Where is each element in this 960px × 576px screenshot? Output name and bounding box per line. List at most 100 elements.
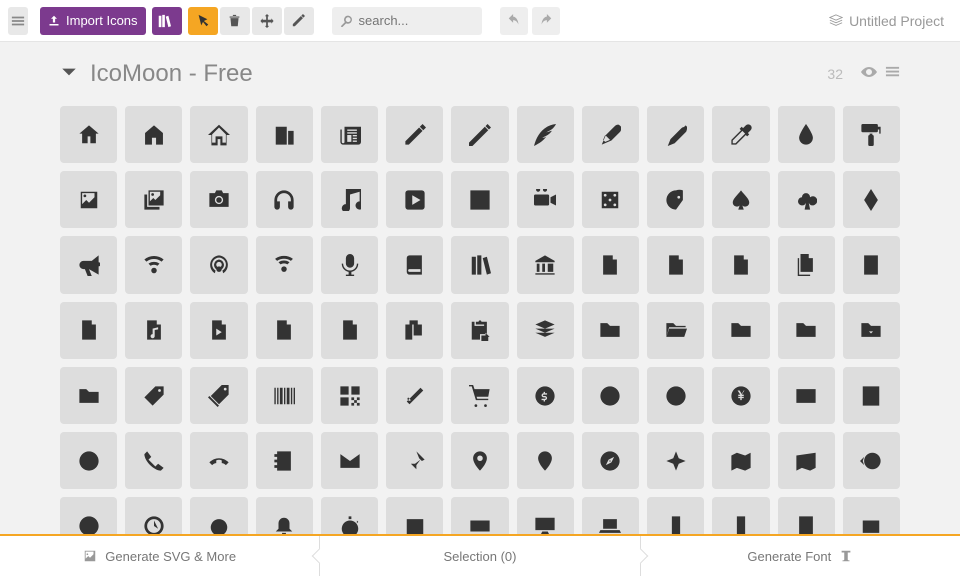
folder-download-icon[interactable] <box>843 302 900 359</box>
file-picture-icon[interactable] <box>60 302 117 359</box>
ticket-icon[interactable] <box>386 367 443 424</box>
undo-button[interactable] <box>500 7 528 35</box>
calculator-icon[interactable] <box>843 367 900 424</box>
edit-tool-button[interactable] <box>284 7 314 35</box>
diamonds-icon[interactable] <box>843 171 900 228</box>
qrcode-icon[interactable] <box>321 367 378 424</box>
folder-open-icon[interactable] <box>647 302 704 359</box>
home3-icon[interactable] <box>190 106 247 163</box>
stack-icon <box>829 14 843 28</box>
podcast-icon[interactable] <box>190 236 247 293</box>
folder-upload-icon[interactable] <box>60 367 117 424</box>
droplet-icon[interactable] <box>778 106 835 163</box>
home-icon[interactable] <box>60 106 117 163</box>
files-empty-icon[interactable] <box>778 236 835 293</box>
folder-icon[interactable] <box>582 302 639 359</box>
barcode-icon[interactable] <box>256 367 313 424</box>
file-play-icon[interactable] <box>190 302 247 359</box>
file-text2-icon[interactable] <box>843 236 900 293</box>
envelop-icon[interactable] <box>321 432 378 489</box>
spades-icon[interactable] <box>712 171 769 228</box>
quill-icon[interactable] <box>517 106 574 163</box>
eyedropper-icon[interactable] <box>712 106 769 163</box>
connection-icon[interactable] <box>125 236 182 293</box>
file-video-icon[interactable] <box>256 302 313 359</box>
file-zip-icon[interactable] <box>321 302 378 359</box>
history-icon[interactable] <box>843 432 900 489</box>
eye-icon[interactable] <box>861 64 877 85</box>
import-label: Import Icons <box>66 13 138 28</box>
coin-pound-icon[interactable] <box>647 367 704 424</box>
map-icon[interactable] <box>712 432 769 489</box>
feed-icon[interactable] <box>256 236 313 293</box>
home2-icon[interactable] <box>125 106 182 163</box>
select-tool-button[interactable] <box>188 7 218 35</box>
image-icon[interactable] <box>60 171 117 228</box>
profile-icon[interactable] <box>647 236 704 293</box>
library-icon[interactable] <box>517 236 574 293</box>
phone-icon[interactable] <box>125 432 182 489</box>
blog-icon[interactable] <box>647 106 704 163</box>
pencil-icon[interactable] <box>386 106 443 163</box>
import-icons-button[interactable]: Import Icons <box>40 7 146 35</box>
hamburger-icon[interactable] <box>885 64 900 84</box>
generate-font-tab[interactable]: Generate Font <box>641 536 960 576</box>
music-icon[interactable] <box>321 171 378 228</box>
address-book-icon[interactable] <box>256 432 313 489</box>
location-icon[interactable] <box>451 432 508 489</box>
selection-tab[interactable]: Selection (0) <box>319 536 640 576</box>
generate-svg-tab[interactable]: Generate SVG & More <box>0 536 319 576</box>
cart-icon[interactable] <box>451 367 508 424</box>
coin-yen-icon[interactable] <box>712 367 769 424</box>
project-selector[interactable]: Untitled Project <box>829 13 944 29</box>
copy-icon[interactable] <box>386 302 443 359</box>
redo-button[interactable] <box>532 7 560 35</box>
file-text-icon[interactable] <box>582 236 639 293</box>
dice-icon[interactable] <box>582 171 639 228</box>
headphones-icon[interactable] <box>256 171 313 228</box>
move-tool-button[interactable] <box>252 7 282 35</box>
chevron-down-icon[interactable] <box>60 63 78 86</box>
search-box[interactable] <box>332 7 482 35</box>
pencil2-icon[interactable] <box>451 106 508 163</box>
newspaper-icon[interactable] <box>321 106 378 163</box>
compass2-icon[interactable] <box>647 432 704 489</box>
file-music-icon[interactable] <box>125 302 182 359</box>
book-icon[interactable] <box>386 236 443 293</box>
library-button[interactable] <box>152 7 182 35</box>
pushpin-icon[interactable] <box>386 432 443 489</box>
menu-icon[interactable] <box>8 7 28 35</box>
price-tag-icon[interactable] <box>125 367 182 424</box>
credit-card-icon[interactable] <box>778 367 835 424</box>
paint-format-icon[interactable] <box>843 106 900 163</box>
lifebuoy-icon[interactable] <box>60 432 117 489</box>
delete-tool-button[interactable] <box>220 7 250 35</box>
video-camera-icon[interactable] <box>517 171 574 228</box>
search-icon <box>340 14 353 27</box>
folder-plus-icon[interactable] <box>712 302 769 359</box>
stack-icon[interactable] <box>517 302 574 359</box>
bullhorn-icon[interactable] <box>60 236 117 293</box>
paste-icon[interactable] <box>451 302 508 359</box>
books-icon[interactable] <box>451 236 508 293</box>
mic-icon[interactable] <box>321 236 378 293</box>
compass-icon[interactable] <box>582 432 639 489</box>
map2-icon[interactable] <box>778 432 835 489</box>
play-icon[interactable] <box>386 171 443 228</box>
pacman-icon[interactable] <box>647 171 704 228</box>
coin-euro-icon[interactable] <box>582 367 639 424</box>
film-icon[interactable] <box>451 171 508 228</box>
search-input[interactable] <box>359 13 474 28</box>
pen-icon[interactable] <box>582 106 639 163</box>
phone-hang-up-icon[interactable] <box>190 432 247 489</box>
file-empty-icon[interactable] <box>712 236 769 293</box>
images-icon[interactable] <box>125 171 182 228</box>
clubs-icon[interactable] <box>778 171 835 228</box>
location2-icon[interactable] <box>517 432 574 489</box>
folder-minus-icon[interactable] <box>778 302 835 359</box>
price-tags-icon[interactable] <box>190 367 247 424</box>
tool-group <box>188 7 314 35</box>
office-icon[interactable] <box>256 106 313 163</box>
camera-icon[interactable] <box>190 171 247 228</box>
coin-dollar-icon[interactable] <box>517 367 574 424</box>
